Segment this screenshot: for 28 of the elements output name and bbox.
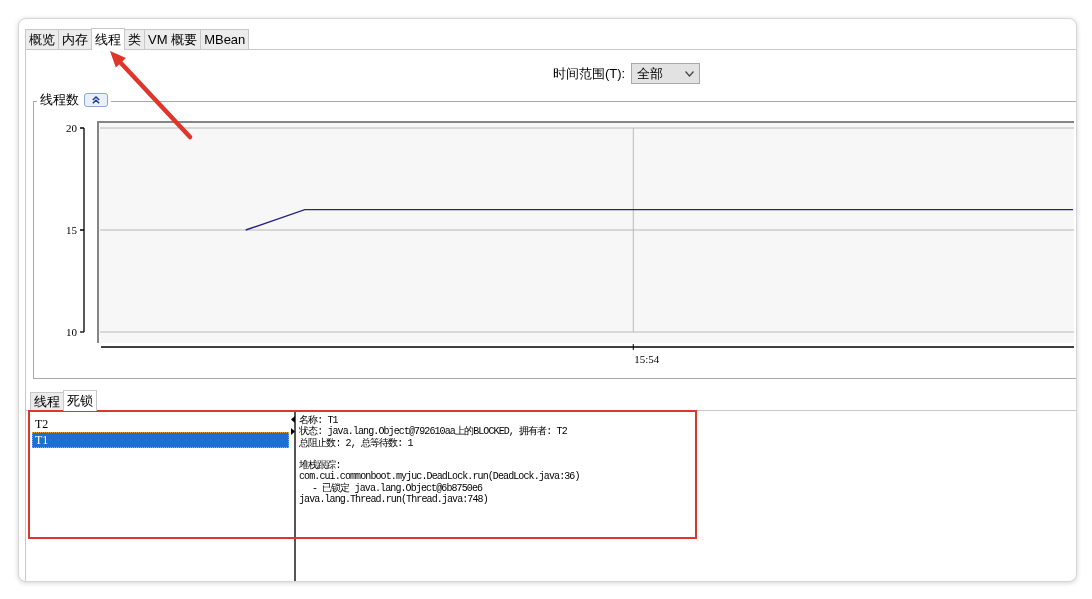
tab[interactable]: 概览: [25, 29, 59, 49]
time-range-label: 时间范围(T):: [553, 65, 626, 82]
left-triangle-icon: [291, 416, 295, 423]
stack-frame-text: com.cui.commonboot.myjuc.DeadLock.run(DeadLock.java:36): [299, 471, 580, 483]
right-triangle-icon: [291, 428, 295, 435]
y-tick-label: 15: [66, 224, 77, 236]
stack-frame-text: java.lang.Thread.run(Thread.java:748): [299, 494, 489, 506]
tab[interactable]: 线程: [91, 28, 125, 50]
chart-title: 线程数: [40, 92, 79, 108]
tab[interactable]: MBean: [200, 29, 250, 49]
stack-trace-title: 堆栈跟踪:: [299, 460, 341, 472]
thread-list-item[interactable]: T2: [32, 416, 289, 432]
lock-info-text: - 已锁定 java.lang.Object@6b8750e6: [312, 482, 483, 494]
tab[interactable]: VM 概要: [144, 29, 202, 49]
tab[interactable]: 死锁: [63, 390, 97, 411]
detail-line: 名称: T1: [299, 415, 339, 426]
x-tick-label: 15:54: [634, 353, 660, 365]
thread-list-item[interactable]: T1: [32, 432, 289, 448]
tab[interactable]: 内存: [58, 29, 92, 49]
collapse-button[interactable]: [84, 92, 108, 107]
chevron-down-icon: [685, 70, 695, 77]
detail-line: 总阻止数: 2, 总等待数: 1: [299, 437, 414, 449]
tab[interactable]: 线程: [30, 392, 64, 410]
time-range-dropdown[interactable]: 全部: [631, 63, 701, 84]
y-tick-label: 20: [66, 122, 77, 134]
y-tick-label: 10: [66, 326, 77, 338]
double-chevron-up-icon: [92, 95, 100, 104]
detail-line: 状态: java.lang.Object@792610aa上的BLOCKED, 拥有者: T2: [299, 426, 568, 438]
